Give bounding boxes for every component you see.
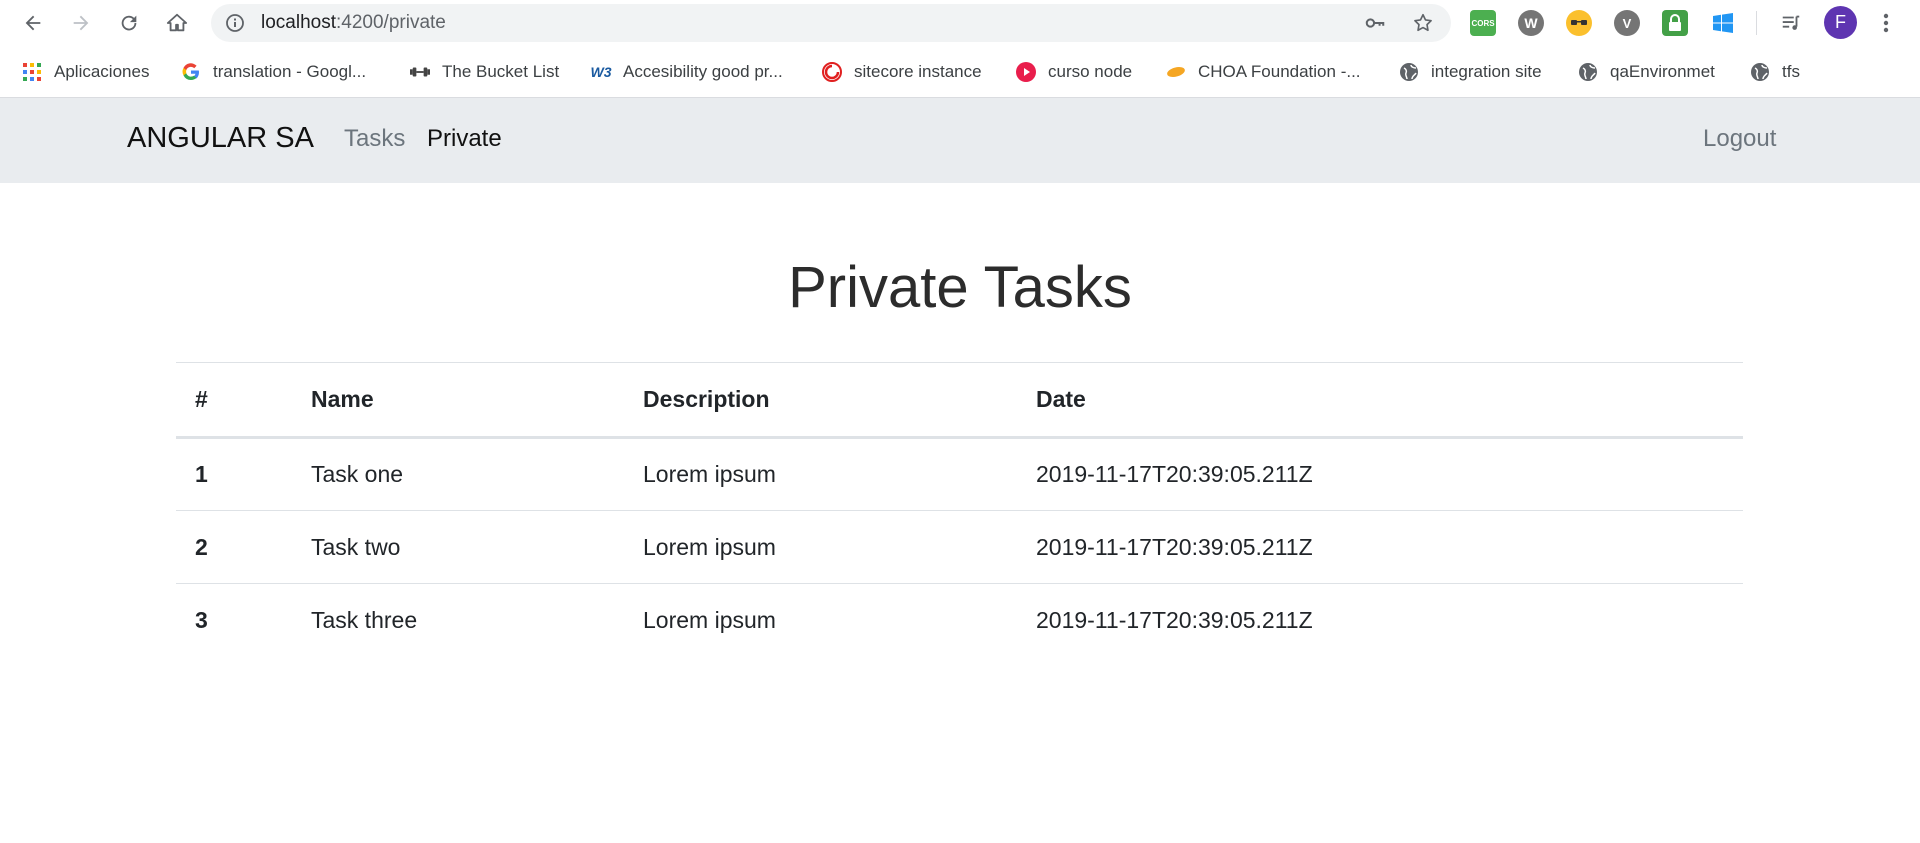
table-row: 3 Task three Lorem ipsum 2019-11-17T20:3… xyxy=(176,583,1743,657)
bookmark-label: Accesibility good pr... xyxy=(623,62,783,81)
nav-link-tasks[interactable]: Tasks xyxy=(344,125,405,153)
bookmark-star-icon[interactable] xyxy=(1412,12,1434,34)
bookmark-choa[interactable]: CHOA Foundation -... xyxy=(1166,60,1361,84)
nav-link-private[interactable]: Private xyxy=(427,125,502,153)
w3c-icon: W3 xyxy=(590,64,612,80)
bookmark-label: curso node xyxy=(1048,62,1133,81)
cell-index: 3 xyxy=(176,583,292,657)
cell-index: 2 xyxy=(176,510,292,584)
dumbbell-icon xyxy=(410,62,430,82)
apps-grid-icon xyxy=(22,62,42,82)
bookmark-label: tfs xyxy=(1782,62,1800,81)
forward-arrow-icon[interactable] xyxy=(66,8,96,38)
bookmark-curso-node[interactable]: curso node xyxy=(1016,60,1132,84)
cell-description: Lorem ipsum xyxy=(624,510,1017,584)
bookmark-label: CHOA Foundation -... xyxy=(1198,62,1361,81)
bookmark-label: Aplicaciones xyxy=(54,62,150,81)
profile-avatar[interactable]: F xyxy=(1824,6,1857,39)
cors-extension-icon[interactable]: CORS xyxy=(1470,10,1496,36)
url-path: :4200/private xyxy=(336,12,446,33)
logout-link[interactable]: Logout xyxy=(1703,125,1776,153)
cell-index: 1 xyxy=(195,461,208,487)
column-header-index: # xyxy=(176,362,292,439)
v-extension-icon[interactable]: V xyxy=(1614,10,1640,36)
table-row: 1 Task one Lorem ipsum 2019-11-17T20:39:… xyxy=(176,438,1743,511)
w-extension-icon[interactable]: W xyxy=(1518,10,1544,36)
table-header-row: # Name Description Date xyxy=(176,362,1743,439)
bookmark-label: integration site xyxy=(1431,62,1542,81)
windows-extension-icon[interactable] xyxy=(1710,10,1736,36)
cell-name: Task three xyxy=(292,583,624,657)
address-bar[interactable]: localhost:4200/private xyxy=(211,4,1451,42)
glasses-extension-icon[interactable] xyxy=(1566,10,1592,36)
cell-name: Task one xyxy=(311,461,404,487)
media-queue-icon[interactable] xyxy=(1776,8,1806,38)
cell-date: 2019-11-17T20:39:05.211Z xyxy=(1036,461,1313,487)
toolbar-separator xyxy=(1756,11,1757,35)
reload-icon[interactable] xyxy=(114,8,144,38)
bookmark-label: The Bucket List xyxy=(442,62,560,81)
key-icon[interactable] xyxy=(1364,12,1386,34)
column-header-description: Description xyxy=(624,362,1017,439)
globe-icon xyxy=(1750,62,1770,82)
cors-extension-label: CORS xyxy=(1471,18,1495,28)
bookmark-bucket-list[interactable]: The Bucket List xyxy=(410,60,559,84)
bookmark-sitecore[interactable]: sitecore instance xyxy=(822,60,982,84)
bookmark-translation[interactable]: translation - Googl... xyxy=(181,60,366,84)
column-header-name: Name xyxy=(292,362,624,439)
column-header-date: Date xyxy=(1017,362,1743,439)
bookmark-label: translation - Googl... xyxy=(213,62,367,81)
lock-extension-icon[interactable] xyxy=(1662,10,1688,36)
bookmark-aplicaciones[interactable]: Aplicaciones xyxy=(22,60,149,84)
cell-description: Lorem ipsum xyxy=(643,461,776,487)
google-icon xyxy=(181,62,201,82)
cell-description: Lorem ipsum xyxy=(624,583,1017,657)
bookmarks-bar: Aplicaciones translation - Googl... The … xyxy=(0,46,1920,98)
globe-icon xyxy=(1399,62,1419,82)
bookmark-label: qaEnvironmet xyxy=(1610,62,1715,81)
choa-icon xyxy=(1166,62,1186,82)
profile-initial: F xyxy=(1835,12,1846,32)
table-body: 1 Task one Lorem ipsum 2019-11-17T20:39:… xyxy=(176,438,1743,657)
bookmark-integration-site[interactable]: integration site xyxy=(1399,60,1542,84)
cell-date: 2019-11-17T20:39:05.211Z xyxy=(1017,583,1743,657)
sitecore-icon xyxy=(822,62,842,82)
cell-date: 2019-11-17T20:39:05.211Z xyxy=(1017,510,1743,584)
page-title: Private Tasks xyxy=(788,255,1132,320)
bookmark-qaenvironmet[interactable]: qaEnvironmet xyxy=(1578,60,1715,84)
url-host: localhost xyxy=(261,12,336,33)
play-circle-icon xyxy=(1016,62,1036,82)
tasks-table: # Name Description Date 1 Task one Lorem… xyxy=(176,362,1743,657)
bookmark-tfs[interactable]: tfs xyxy=(1750,60,1800,84)
browser-toolbar: localhost:4200/private CORS W V F xyxy=(0,0,1920,46)
app-navbar: ANGULAR SA Tasks Private Logout xyxy=(0,98,1920,183)
table-header: # Name Description Date xyxy=(176,362,1743,439)
more-menu-icon[interactable] xyxy=(1871,8,1901,38)
brand-link[interactable]: ANGULAR SA xyxy=(127,122,314,155)
table-row: 2 Task two Lorem ipsum 2019-11-17T20:39:… xyxy=(176,510,1743,584)
cell-name: Task two xyxy=(292,510,624,584)
w-extension-label: W xyxy=(1524,15,1538,31)
v-extension-label: V xyxy=(1622,15,1632,31)
site-info-icon[interactable] xyxy=(225,13,245,33)
url-text[interactable]: localhost:4200/private xyxy=(261,13,446,33)
back-arrow-icon[interactable] xyxy=(18,8,48,38)
bookmark-label: sitecore instance xyxy=(854,62,982,81)
bookmark-accesibility[interactable]: W3 Accesibility good pr... xyxy=(591,60,783,84)
home-icon[interactable] xyxy=(162,8,192,38)
globe-icon xyxy=(1578,62,1598,82)
